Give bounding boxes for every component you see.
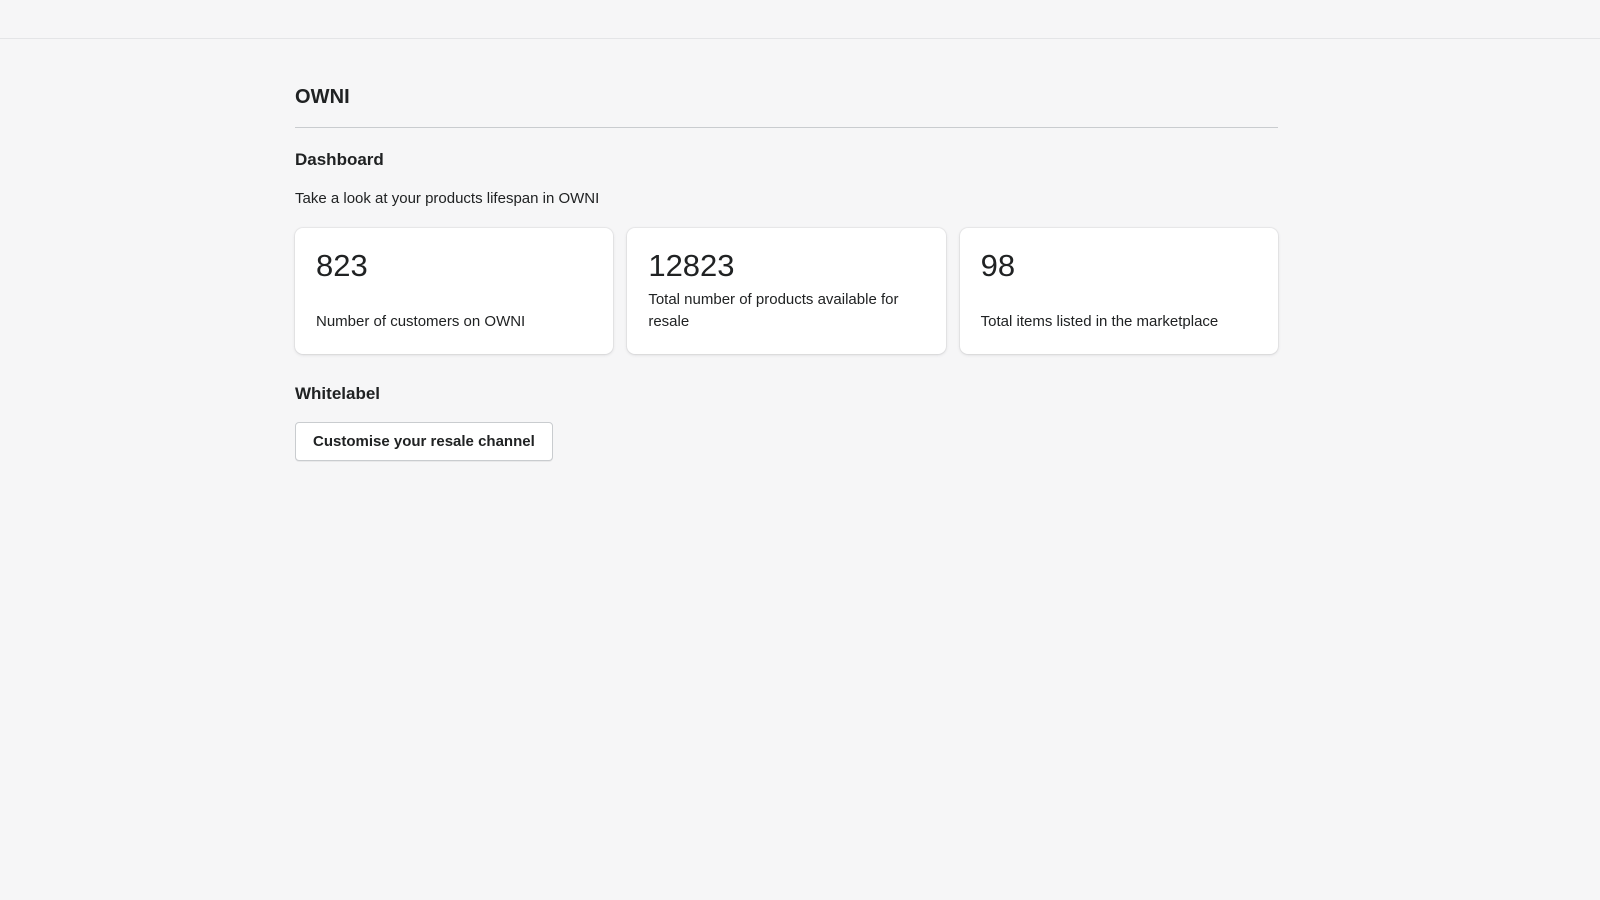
stat-label: Total number of products available for r… xyxy=(648,291,899,330)
stat-label: Number of customers on OWNI xyxy=(316,313,526,330)
page-content: OWNI Dashboard Take a look at your produ… xyxy=(295,39,1278,461)
title-divider xyxy=(295,127,1278,128)
page-title: OWNI xyxy=(295,86,350,108)
whitelabel-heading: Whitelabel xyxy=(295,384,381,403)
stat-card-customers: 823 Number of customers on OWNI xyxy=(295,228,614,354)
stat-label: Total items listed in the marketplace xyxy=(980,313,1219,330)
dashboard-subtitle: Take a look at your products lifespan in… xyxy=(295,190,600,207)
stat-value: 823 xyxy=(316,248,368,283)
customise-resale-channel-button[interactable]: Customise your resale channel xyxy=(295,422,553,461)
stat-card-products: 12823 Total number of products available… xyxy=(627,228,946,354)
stat-value: 98 xyxy=(980,248,1016,283)
top-bar xyxy=(0,0,1600,39)
dashboard-heading: Dashboard xyxy=(295,150,384,169)
stat-card-marketplace: 98 Total items listed in the marketplace xyxy=(959,228,1278,354)
stats-cards: 823 Number of customers on OWNI 12823 To… xyxy=(295,228,1278,354)
stat-value: 12823 xyxy=(648,248,735,283)
